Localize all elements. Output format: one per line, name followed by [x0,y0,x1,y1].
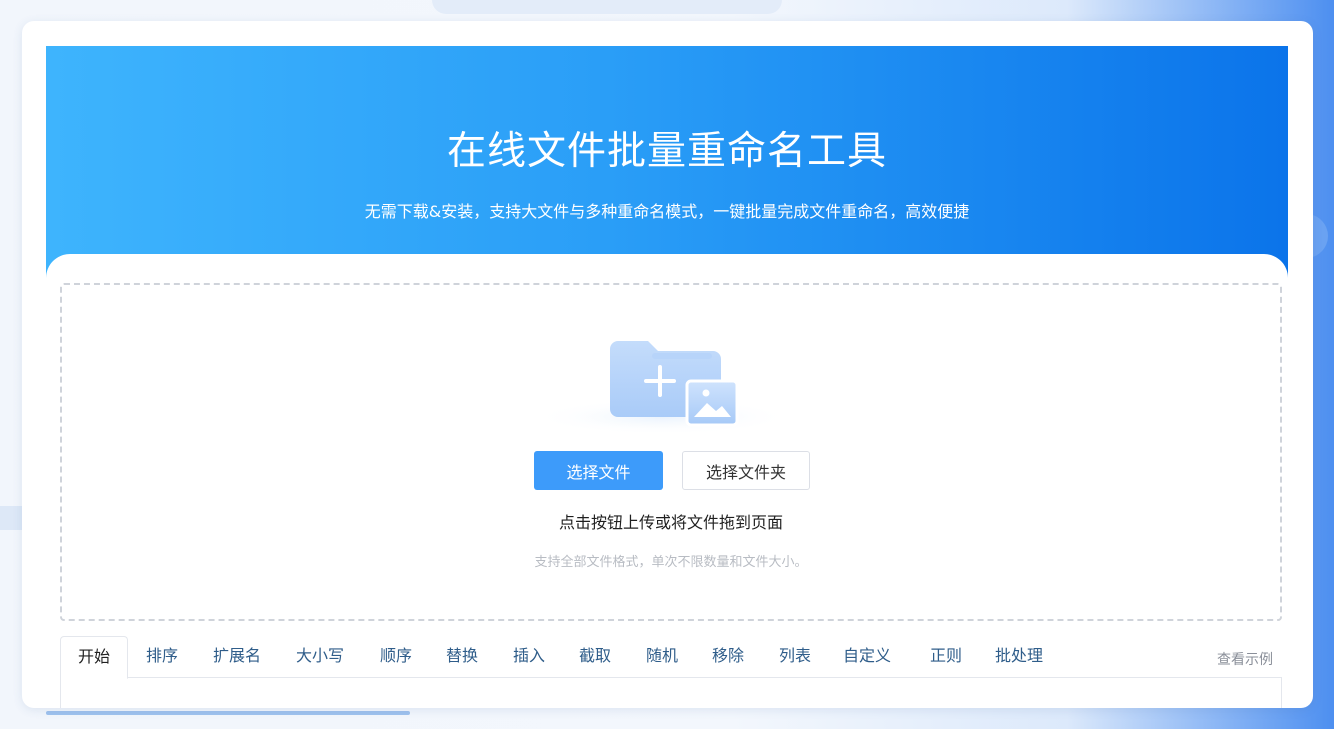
tab-extension[interactable]: 扩展名 [202,636,272,678]
tab-batch[interactable]: 批处理 [984,636,1054,678]
background-decoration [432,0,782,14]
upload-hint: 点击按钮上传或将文件拖到页面 [558,513,783,532]
file-dropzone[interactable]: 选择文件 选择文件夹 点击按钮上传或将文件拖到页面 支持全部文件格式，单次不限数… [60,283,1282,621]
tab-custom[interactable]: 自定义 [832,636,902,678]
page-title: 在线文件批量重命名工具 [446,129,887,174]
folder-add-image-icon [532,341,792,435]
tab-order[interactable]: 顺序 [368,636,424,678]
select-files-button[interactable]: 选择文件 [534,451,663,490]
tab-extract[interactable]: 截取 [567,636,623,678]
hero-banner: 在线文件批量重命名工具 无需下载&安装，支持大文件与多种重命名模式，一键批量完成… [46,46,1288,286]
rename-mode-tabs: 开始 排序 扩展名 大小写 顺序 替换 插入 截取 随机 移除 列表 自定义 正… [60,636,1282,679]
view-example-link[interactable]: 查看示例 [1217,649,1273,669]
tab-replace[interactable]: 替换 [434,636,490,678]
select-folder-button[interactable]: 选择文件夹 [682,451,810,490]
tab-content [60,678,1282,708]
tab-case[interactable]: 大小写 [284,636,356,678]
tab-insert[interactable]: 插入 [501,636,557,678]
tab-remove[interactable]: 移除 [700,636,756,678]
background-scrollbar [46,711,410,715]
main-card: 在线文件批量重命名工具 无需下载&安装，支持大文件与多种重命名模式，一键批量完成… [22,21,1313,708]
tab-start[interactable]: 开始 [60,636,128,679]
tab-list[interactable]: 列表 [767,636,823,678]
tab-regex[interactable]: 正则 [918,636,974,678]
upload-subhint: 支持全部文件格式，单次不限数量和文件大小。 [534,555,808,570]
background-decoration [0,506,22,530]
tab-random[interactable]: 随机 [634,636,690,678]
upload-panel: 选择文件 选择文件夹 点击按钮上传或将文件拖到页面 支持全部文件格式，单次不限数… [46,254,1288,708]
tab-sort[interactable]: 排序 [132,636,192,678]
page-subtitle: 无需下载&安装，支持大文件与多种重命名模式，一键批量完成文件重命名，高效便捷 [364,202,970,221]
